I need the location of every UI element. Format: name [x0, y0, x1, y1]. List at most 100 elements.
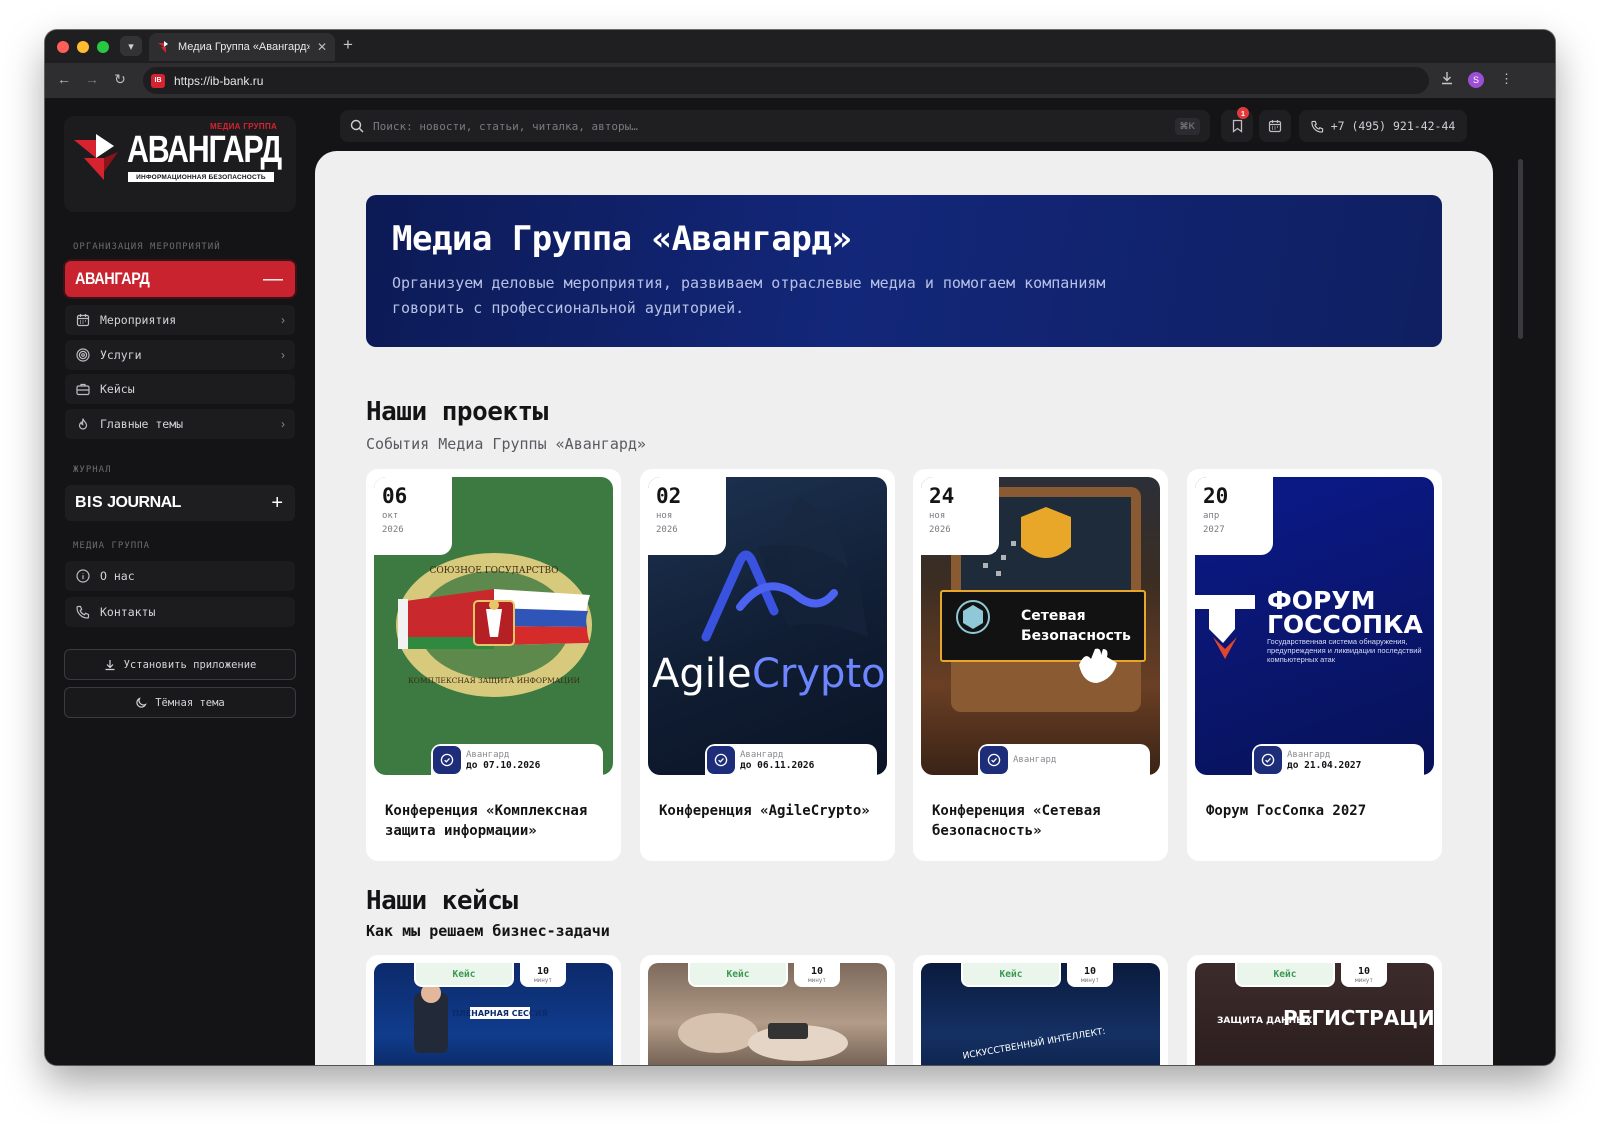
read-time-unit: минут	[807, 976, 827, 984]
install-app-label: Установить приложение	[123, 658, 257, 671]
case-card[interactable]: Кейс 10 минут	[640, 955, 895, 1065]
sidebar-item-cases[interactable]: Кейсы	[65, 374, 295, 404]
sidebar-item-label: Кейсы	[100, 382, 135, 396]
forward-icon[interactable]: →	[82, 71, 102, 87]
maximize-window-button[interactable]	[97, 41, 109, 53]
calendar-icon	[1268, 120, 1282, 133]
project-image: Сетевая Безопасность 24 ноя 2026	[921, 477, 1160, 775]
chevron-right-icon: ›	[281, 313, 285, 327]
close-tab-icon[interactable]: ✕	[317, 40, 327, 54]
search-icon	[350, 119, 364, 133]
date-year: 2026	[382, 525, 404, 535]
event-until-date: до 06.11.2026	[740, 759, 815, 771]
install-app-button[interactable]: Установить приложение	[64, 649, 296, 680]
search-input[interactable]	[373, 119, 1166, 133]
download-icon	[105, 659, 115, 670]
browser-tab[interactable]: Медиа Группа «Авангард» ✕	[149, 33, 335, 61]
emblem-text-bottom: КОМПЛЕКСНАЯ ЗАЩИТА ИНФОРМАЦИИ	[408, 676, 581, 685]
case-image-text: РЕГИСТРАЦИЯ	[1283, 1006, 1434, 1030]
logo-name: АВАНГАРД	[127, 129, 282, 171]
close-window-button[interactable]	[57, 41, 69, 53]
bis-journal-rest: JOURNAL	[103, 494, 181, 511]
project-title: Форум ГосСопка 2027	[1206, 803, 1367, 819]
new-tab-button[interactable]: +	[343, 35, 353, 55]
hero-subtitle: Организуем деловые мероприятия, развивае…	[392, 274, 1106, 317]
chevron-right-icon: ›	[281, 348, 285, 362]
hero-banner: Медиа Группа «Авангард» Организуем делов…	[366, 195, 1442, 347]
project-title: Конференция «AgileCrypto»	[659, 803, 870, 819]
address-bar[interactable]: IB https://ib-bank.ru	[143, 67, 1429, 94]
scrollbar-thumb[interactable]	[1518, 159, 1523, 339]
main-content: Медиа Группа «Авангард» Организуем делов…	[315, 151, 1493, 1065]
info-icon	[75, 569, 90, 584]
bookmarks-button[interactable]: 1	[1221, 107, 1253, 142]
moon-icon	[136, 696, 147, 708]
bookmarks-count-badge: 1	[1237, 107, 1249, 119]
target-icon	[75, 348, 90, 363]
cases-title: Наши кейсы	[366, 886, 518, 916]
project-card[interactable]: Сетевая Безопасность 24 ноя 2026 Авангар…	[913, 469, 1168, 861]
organizer-name: Авангард	[1013, 755, 1057, 765]
read-time-minutes: 10	[1083, 965, 1097, 977]
flame-icon	[75, 417, 90, 432]
sidebar-item-services[interactable]: Услуги ›	[65, 340, 295, 370]
date-day: 24	[929, 484, 955, 508]
agile-text: Agile	[652, 651, 752, 697]
read-time-unit: минут	[533, 976, 553, 984]
read-time-badge: 10 минут	[1341, 963, 1387, 987]
organizer-name: Авангард	[740, 749, 784, 760]
case-card[interactable]: ИСКУССТВЕННЫЙ ИНТЕЛЛЕКТ: Кейс 10 минут	[913, 955, 1168, 1065]
bis-journal-bold: BIS	[75, 494, 104, 511]
expand-plus-icon[interactable]: +	[271, 493, 283, 513]
case-image-text: ИСКУССТВЕННЫЙ ИНТЕЛЛЕКТ:	[962, 1025, 1107, 1062]
date-day: 02	[656, 484, 682, 508]
date-day: 20	[1203, 484, 1229, 508]
case-tag-badge: Кейс	[1235, 963, 1335, 987]
sidebar-item-topics[interactable]: Главные темы ›	[65, 409, 295, 439]
minimize-window-button[interactable]	[77, 41, 89, 53]
sidebar-item-contacts[interactable]: Контакты	[65, 597, 295, 627]
brand-avangard-toggle[interactable]: АВАНГАРД —	[65, 261, 295, 297]
verified-check-icon	[1254, 746, 1282, 774]
download-icon[interactable]	[1440, 71, 1454, 88]
project-card[interactable]: СОЮЗНОЕ ГОСУДАРСТВО КОМПЛЕКСНАЯ ЗАЩИТА И…	[366, 469, 621, 861]
sidebar-item-events[interactable]: Мероприятия ›	[65, 305, 295, 335]
organizer-strip: Авангард до 07.10.2026	[431, 744, 603, 776]
case-tag-badge: Кейс	[961, 963, 1061, 987]
calendar-button[interactable]	[1259, 110, 1291, 142]
case-card[interactable]: ПЛЕНАРНАЯ СЕССИЯ Кейс 10 минут	[366, 955, 621, 1065]
site-logo[interactable]: МЕДИА ГРУППА АВАНГАРД ИНФОРМАЦИОННАЯ БЕЗ…	[64, 116, 296, 212]
case-image: ИСКУССТВЕННЫЙ ИНТЕЛЛЕКТ: Кейс 10 минут	[921, 963, 1160, 1065]
read-time-unit: минут	[1080, 976, 1100, 984]
tab-title: Медиа Группа «Авангард»	[178, 41, 310, 53]
case-image-text: ПЛЕНАРНАЯ СЕССИЯ	[452, 1009, 547, 1018]
projects-subtitle: События Медиа Группы «Авангард»	[366, 435, 646, 453]
back-icon[interactable]: ←	[54, 71, 74, 87]
date-badge: 02 ноя 2026	[648, 477, 726, 555]
gossopka-text-2: ГОССОПКА	[1267, 610, 1423, 639]
bookmark-icon	[1232, 119, 1242, 133]
phone-button[interactable]: +7 (495) 921-42-44	[1299, 110, 1467, 142]
sidebar-item-about[interactable]: О нас	[65, 561, 295, 591]
case-card[interactable]: ЗАЩИТА ДАННЫХ РЕГИСТРАЦИЯ Кейс 10 минут	[1187, 955, 1442, 1065]
tab-list-chevron-icon[interactable]: ▾	[120, 36, 142, 56]
date-badge: 06 окт 2026	[374, 477, 452, 555]
organizer-strip: Авангард до 21.04.2027	[1252, 744, 1424, 776]
dark-theme-button[interactable]: Тёмная тема	[64, 687, 296, 718]
brand-bis-journal-toggle[interactable]: BIS JOURNAL +	[65, 485, 295, 521]
project-card[interactable]: Agile Crypto 02 ноя 2026 Авангард до 06.…	[640, 469, 895, 861]
browser-menu-icon[interactable]: ⋮	[1500, 71, 1513, 87]
section-label-journal: ЖУРНАЛ	[73, 465, 112, 475]
search-bar[interactable]: ⌘K	[340, 110, 1210, 142]
read-time-badge: 10 минут	[794, 963, 840, 987]
dark-theme-label: Тёмная тема	[155, 696, 225, 709]
reload-icon[interactable]: ↻	[110, 71, 130, 88]
project-title: Конференция «Сетевая безопасность»	[932, 803, 1101, 839]
sidebar-item-label: О нас	[100, 569, 135, 583]
profile-avatar[interactable]: S	[1468, 72, 1484, 88]
verified-check-icon	[433, 746, 461, 774]
bis-journal-logo: BIS JOURNAL	[75, 494, 181, 512]
project-card[interactable]: ФОРУМ ГОССОПКА Государственная система о…	[1187, 469, 1442, 861]
collapse-icon[interactable]: —	[263, 269, 283, 289]
site-favicon-icon: IB	[151, 73, 165, 88]
